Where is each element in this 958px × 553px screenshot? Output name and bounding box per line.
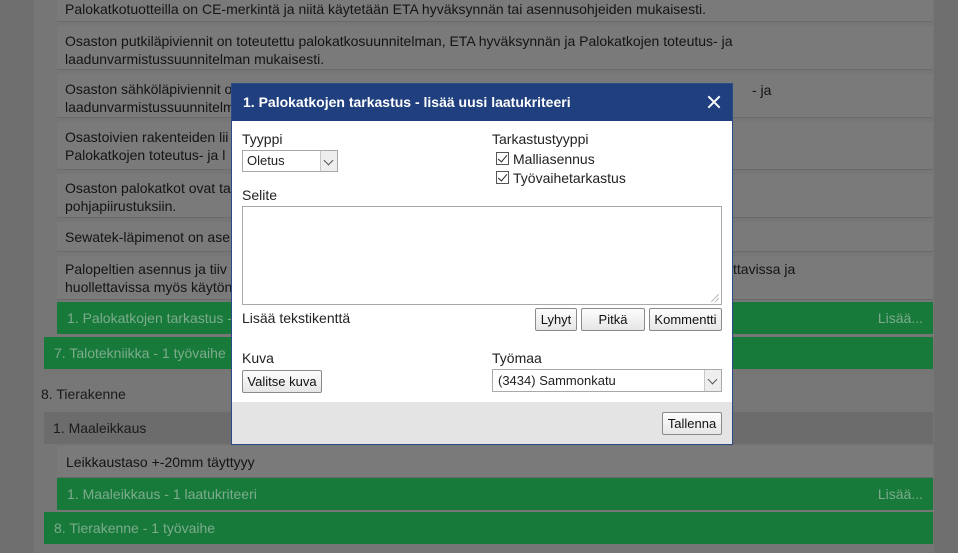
checkbox-checked-icon[interactable] (496, 171, 509, 184)
description-textarea[interactable] (242, 206, 722, 305)
button-label: Valitse kuva (247, 374, 317, 389)
criterion-text: laadunvarmistussuunnitelman mukaisesti. (65, 51, 325, 67)
button-label: Kommentti (654, 312, 717, 327)
criterion-text: ttavissa ja (733, 261, 796, 277)
chevron-down-icon (320, 151, 337, 171)
criterion-row: Leikkaustaso +-20mm täyttyyy (57, 446, 933, 478)
dialog-body: Tyyppi Oletus Tarkastustyyppi Malliasenn… (232, 121, 732, 402)
dialog-footer: Tallenna (232, 402, 732, 444)
save-button[interactable]: Tallenna (662, 412, 722, 435)
site-label: Työmaa (492, 350, 542, 366)
close-icon[interactable] (704, 92, 724, 112)
criterion-text: - ja (752, 82, 772, 98)
criterion-text: Leikkaustaso +-20mm täyttyyy (66, 454, 255, 470)
type-select-value: Oletus (247, 153, 285, 168)
description-label: Selite (242, 187, 278, 203)
button-label: Pitkä (598, 312, 628, 327)
short-field-button[interactable]: Lyhyt (535, 308, 577, 331)
checkbox-checked-icon[interactable] (496, 152, 509, 165)
resize-grip-icon[interactable] (711, 294, 719, 302)
chevron-down-icon (704, 370, 721, 391)
criterion-text: Osaston putkiläpiviennit on toteutettu p… (65, 33, 733, 49)
image-label: Kuva (242, 350, 274, 366)
criteria-bar[interactable]: 1. Maaleikkaus - 1 laatukriteeri Lisää..… (57, 478, 933, 510)
dialog-title: 1. Palokatkojen tarkastus - lisää uusi l… (243, 94, 571, 110)
site-select-value: (3434) Sammonkatu (498, 373, 616, 388)
add-criterion-dialog: 1. Palokatkojen tarkastus - lisää uusi l… (232, 84, 732, 444)
criterion-text: Palokatkotuotteilla on CE-merkintä ja ni… (65, 1, 706, 17)
type-label: Tyyppi (242, 131, 283, 147)
phase-bar-label: 7. Talotekniikka - 1 työvaihe (54, 345, 226, 361)
type-select[interactable]: Oletus (242, 150, 338, 172)
add-more-link[interactable]: Lisää... (878, 302, 923, 334)
comment-field-button[interactable]: Kommentti (649, 308, 722, 331)
section-title-text: 8. Tierakenne (41, 386, 126, 402)
phase-bar-label: 8. Tierakenne - 1 työvaihe (54, 520, 216, 536)
add-textfield-label: Lisää tekstikenttä (242, 310, 351, 326)
add-more-link[interactable]: Lisää... (878, 478, 923, 510)
inspection-type-label: Tarkastustyyppi (492, 131, 589, 147)
button-label: Tallenna (667, 416, 717, 431)
button-label: Lyhyt (540, 312, 572, 327)
subsection-title-text: 1. Maaleikkaus (53, 420, 147, 436)
phase-bar[interactable]: 8. Tierakenne - 1 työvaihe (44, 512, 933, 544)
choose-image-button[interactable]: Valitse kuva (242, 370, 322, 393)
criteria-bar-label: 1. Palokatkojen tarkastus - (67, 310, 232, 326)
checkbox-label: Malliasennus (513, 151, 595, 167)
dialog-header: 1. Palokatkojen tarkastus - lisää uusi l… (232, 84, 732, 121)
criterion-row: Palokatkotuotteilla on CE-merkintä ja ni… (57, 0, 933, 22)
checkbox-label: Työvaihetarkastus (513, 170, 626, 186)
criteria-bar-label: 1. Maaleikkaus - 1 laatukriteeri (67, 486, 257, 502)
site-select[interactable]: (3434) Sammonkatu (492, 369, 722, 392)
criterion-row: Osaston putkiläpiviennit on toteutettu p… (57, 26, 933, 70)
long-field-button[interactable]: Pitkä (581, 308, 645, 331)
